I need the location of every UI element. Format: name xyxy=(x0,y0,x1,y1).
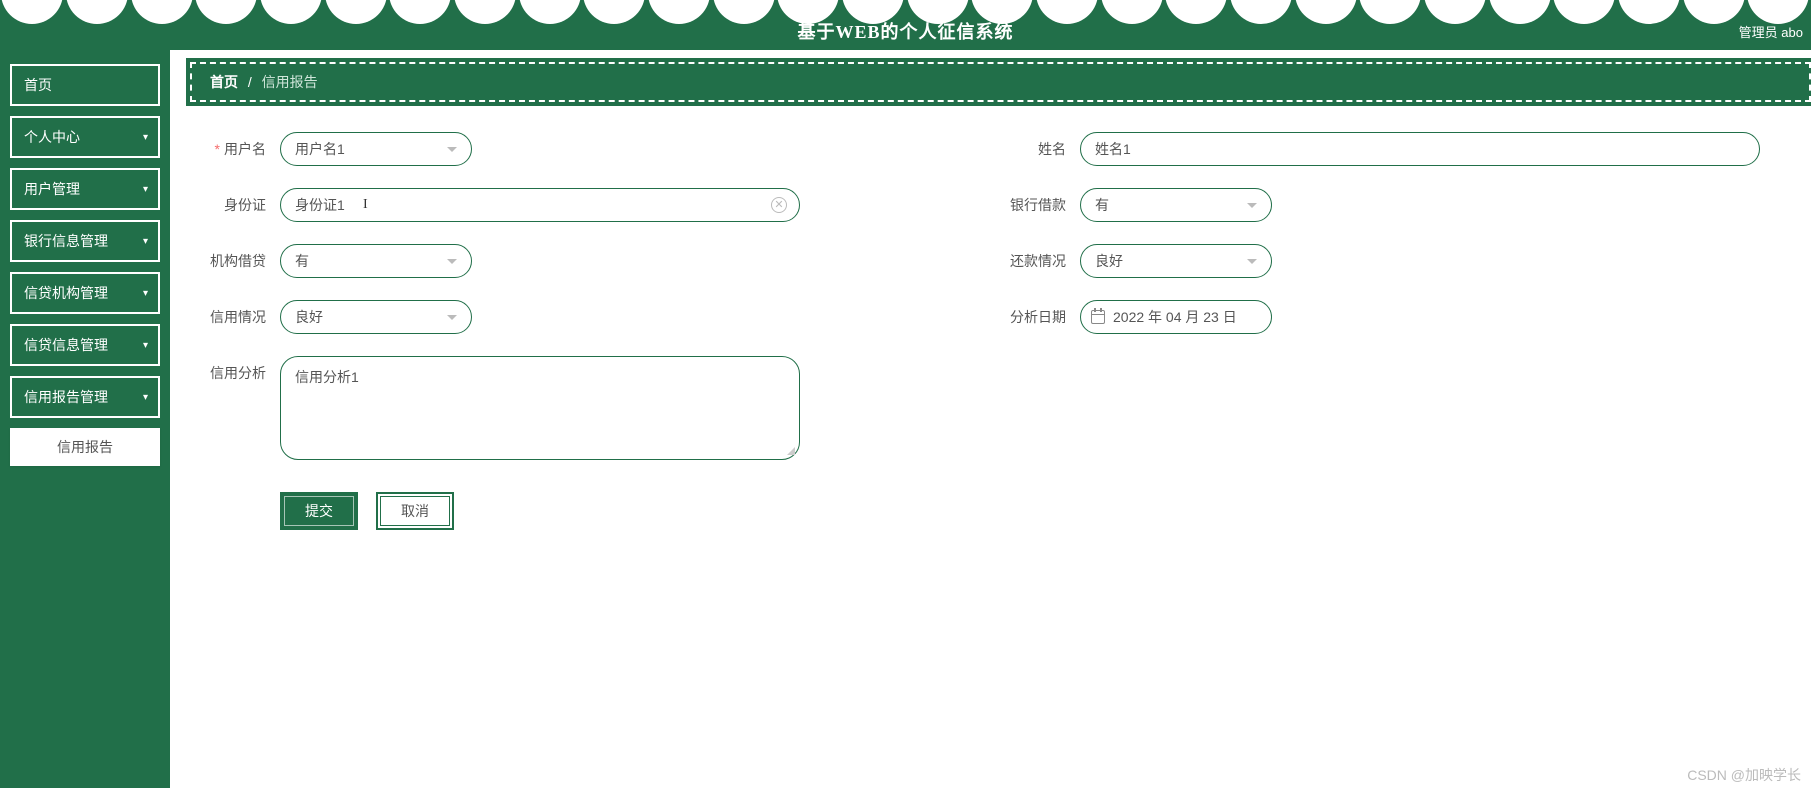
label-credit-status: 信用情况 xyxy=(200,300,280,334)
app-title: 基于WEB的个人征信系统 xyxy=(797,18,1013,44)
submit-button[interactable]: 提交 xyxy=(280,492,358,530)
sidebar-subitem-credit-report[interactable]: 信用报告 xyxy=(10,428,160,466)
label-idcard: 身份证 xyxy=(200,188,280,222)
label-analysis-date: 分析日期 xyxy=(1000,300,1080,334)
credit-status-select[interactable]: 良好 xyxy=(280,300,472,334)
text-cursor-icon: I xyxy=(363,197,364,215)
select-value: 用户名1 xyxy=(295,139,345,159)
sidebar-item-credit-report-mgmt[interactable]: 信用报告管理 ▾ xyxy=(10,376,160,418)
user-name: abo xyxy=(1781,25,1803,40)
sidebar-item-users[interactable]: 用户管理 ▾ xyxy=(10,168,160,210)
sidebar-item-home[interactable]: 首页 xyxy=(10,64,160,106)
sidebar-item-label: 信贷信息管理 xyxy=(24,335,108,355)
breadcrumb-separator: / xyxy=(248,74,252,90)
credit-analysis-textarea[interactable]: 信用分析1 xyxy=(280,356,800,460)
header-user-info[interactable]: 管理员 abo xyxy=(1739,22,1803,41)
sidebar-item-label: 信用报告管理 xyxy=(24,387,108,407)
button-label: 取消 xyxy=(401,501,429,521)
input-value: 姓名1 xyxy=(1095,139,1131,159)
calendar-icon xyxy=(1091,310,1105,324)
org-loan-select[interactable]: 有 xyxy=(280,244,472,278)
chevron-down-icon: ▾ xyxy=(143,288,148,299)
content-area: 首页 / 信用报告 *用户名 用户名1 姓名 姓名1 xyxy=(170,50,1811,788)
sidebar-item-bank-info[interactable]: 银行信息管理 ▾ xyxy=(10,220,160,262)
form-area: *用户名 用户名1 姓名 姓名1 身份证 身份证1 xyxy=(190,102,1811,540)
breadcrumb-current: 信用报告 xyxy=(262,74,318,90)
label-bank-loan: 银行借款 xyxy=(1000,188,1080,222)
breadcrumb-home[interactable]: 首页 xyxy=(210,74,238,90)
chevron-down-icon: ▾ xyxy=(143,340,148,351)
chevron-down-icon: ▾ xyxy=(143,236,148,247)
sidebar-item-loan-org[interactable]: 信贷机构管理 ▾ xyxy=(10,272,160,314)
label-repay: 还款情况 xyxy=(1000,244,1080,278)
label-credit-analysis: 信用分析 xyxy=(200,356,280,390)
cancel-button[interactable]: 取消 xyxy=(376,492,454,530)
analysis-date-picker[interactable]: 2022 年 04 月 23 日 xyxy=(1080,300,1272,334)
textarea-value: 信用分析1 xyxy=(295,367,359,387)
sidebar-item-label: 用户管理 xyxy=(24,179,80,199)
select-value: 有 xyxy=(295,251,309,271)
label-org-loan: 机构借贷 xyxy=(200,244,280,278)
breadcrumb: 首页 / 信用报告 xyxy=(190,62,1811,102)
header-bar: 基于WEB的个人征信系统 管理员 abo xyxy=(0,0,1811,50)
chevron-down-icon: ▾ xyxy=(143,132,148,143)
sidebar-item-label: 首页 xyxy=(24,75,52,95)
input-value: 身份证1 xyxy=(295,195,345,215)
user-role: 管理员 xyxy=(1739,25,1778,40)
sidebar: 首页 个人中心 ▾ 用户管理 ▾ 银行信息管理 ▾ 信贷机构管理 ▾ 信贷信息管… xyxy=(0,50,170,788)
sidebar-item-profile[interactable]: 个人中心 ▾ xyxy=(10,116,160,158)
select-value: 良好 xyxy=(295,307,323,327)
button-label: 提交 xyxy=(305,501,333,521)
clear-icon[interactable]: ✕ xyxy=(771,197,787,213)
date-value: 2022 年 04 月 23 日 xyxy=(1113,307,1237,327)
sidebar-item-label: 银行信息管理 xyxy=(24,231,108,251)
sidebar-item-loan-info[interactable]: 信贷信息管理 ▾ xyxy=(10,324,160,366)
label-fullname: 姓名 xyxy=(1000,132,1080,166)
label-username: *用户名 xyxy=(200,132,280,166)
repay-select[interactable]: 良好 xyxy=(1080,244,1272,278)
fullname-input[interactable]: 姓名1 xyxy=(1080,132,1760,166)
required-asterisk: * xyxy=(215,141,220,157)
select-value: 良好 xyxy=(1095,251,1123,271)
sidebar-subitem-label: 信用报告 xyxy=(57,437,113,457)
idcard-input[interactable]: 身份证1 I ✕ xyxy=(280,188,800,222)
sidebar-item-label: 个人中心 xyxy=(24,127,80,147)
sidebar-item-label: 信贷机构管理 xyxy=(24,283,108,303)
bank-loan-select[interactable]: 有 xyxy=(1080,188,1272,222)
username-select[interactable]: 用户名1 xyxy=(280,132,472,166)
watermark: CSDN @加映学长 xyxy=(1687,765,1801,785)
chevron-down-icon: ▾ xyxy=(143,392,148,403)
chevron-down-icon: ▾ xyxy=(143,184,148,195)
select-value: 有 xyxy=(1095,195,1109,215)
